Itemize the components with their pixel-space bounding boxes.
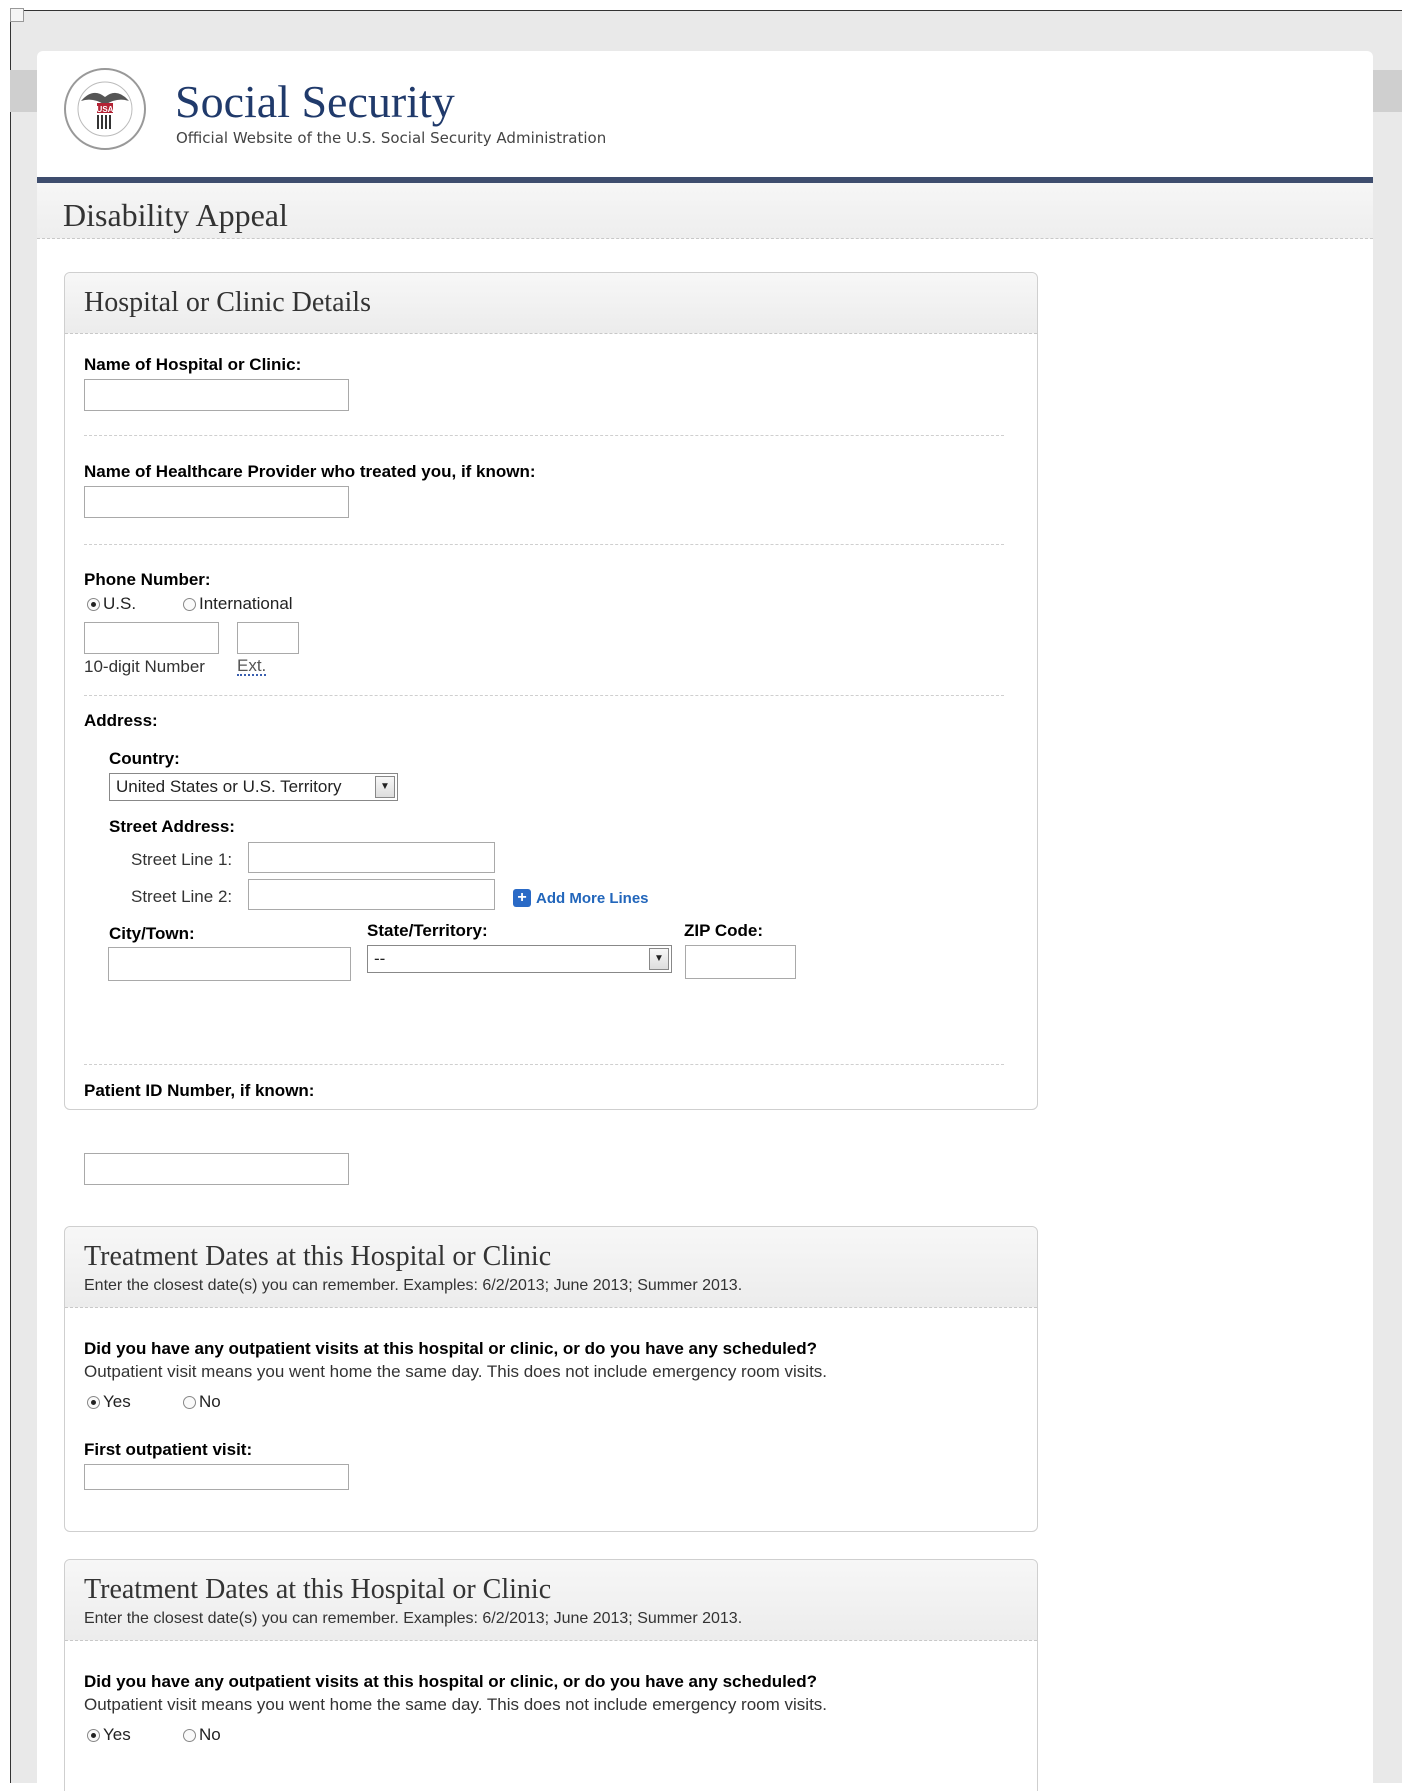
- provider-label: Name of Healthcare Provider who treated …: [84, 462, 536, 481]
- street-line1-label: Street Line 1:: [131, 850, 233, 869]
- provider-input[interactable]: [84, 486, 349, 518]
- panel-header: Treatment Dates at this Hospital or Clin…: [65, 1227, 1037, 1308]
- address-label: Address:: [84, 711, 158, 730]
- radio-selected-icon: [87, 1728, 100, 1742]
- ssa-seal-icon: USA: [64, 68, 146, 150]
- outpatient-no-label: No: [199, 1725, 221, 1744]
- ext-help-link[interactable]: Ext.: [237, 657, 267, 676]
- treatment-dates-panel: Treatment Dates at this Hospital or Clin…: [64, 1559, 1038, 1791]
- window-corner-checkbox[interactable]: [10, 8, 24, 22]
- outpatient-yes-radio[interactable]: Yes: [87, 1392, 131, 1412]
- brand-subtitle: Official Website of the U.S. Social Secu…: [176, 129, 607, 147]
- phone-number-input[interactable]: [84, 622, 219, 654]
- city-input[interactable]: [108, 947, 351, 981]
- panel-header: Treatment Dates at this Hospital or Clin…: [65, 1560, 1037, 1641]
- phone-ext-input[interactable]: [237, 622, 299, 654]
- country-label: Country:: [109, 749, 180, 768]
- radio-selected-icon: [87, 1395, 100, 1409]
- phone-us-radio[interactable]: U.S.: [87, 594, 136, 614]
- state-select[interactable]: -- ▼: [367, 945, 672, 973]
- divider: [84, 544, 1004, 545]
- divider: [84, 695, 1004, 696]
- outpatient-no-radio[interactable]: No: [183, 1392, 221, 1412]
- outpatient-no-radio[interactable]: No: [183, 1725, 221, 1745]
- radio-unselected-icon: [183, 1728, 196, 1742]
- outpatient-note: Outpatient visit means you went home the…: [84, 1695, 828, 1714]
- country-select-value: United States or U.S. Territory: [116, 777, 342, 796]
- street-address-label: Street Address:: [109, 817, 235, 836]
- hospital-name-input[interactable]: [84, 379, 349, 411]
- site-header: USA Social Security Official Website of …: [37, 51, 1373, 183]
- outpatient-question: Did you have any outpatient visits at th…: [84, 1672, 818, 1691]
- zip-label: ZIP Code:: [684, 921, 764, 940]
- add-more-lines-label: Add More Lines: [536, 889, 649, 907]
- page-title: Disability Appeal: [63, 197, 288, 233]
- divider: [84, 1064, 1004, 1065]
- first-visit-input[interactable]: [84, 1464, 349, 1490]
- divider: [84, 435, 1004, 436]
- outpatient-no-label: No: [199, 1392, 221, 1411]
- phone-international-label: International: [199, 594, 293, 613]
- dropdown-arrow-icon: ▼: [649, 948, 669, 970]
- outpatient-yes-label: Yes: [103, 1725, 131, 1744]
- radio-unselected-icon: [183, 597, 196, 611]
- radio-selected-icon: [87, 597, 100, 611]
- phone-international-radio[interactable]: International: [183, 594, 293, 614]
- city-label: City/Town:: [109, 924, 195, 943]
- radio-unselected-icon: [183, 1395, 196, 1409]
- country-select[interactable]: United States or U.S. Territory ▼: [109, 773, 398, 801]
- zip-input[interactable]: [685, 945, 796, 979]
- street-line1-input[interactable]: [248, 842, 495, 873]
- hospital-details-panel: Hospital or Clinic Details Name of Hospi…: [64, 272, 1038, 1110]
- brand-title[interactable]: Social Security: [175, 75, 455, 128]
- hospital-name-label: Name of Hospital or Clinic:: [84, 355, 302, 374]
- seal-usa-text: USA: [97, 105, 114, 114]
- panel-subtitle: Enter the closest date(s) you can rememb…: [84, 1610, 743, 1627]
- panel-title: Hospital or Clinic Details: [84, 287, 371, 318]
- phone-number-hint: 10-digit Number: [84, 657, 205, 676]
- title-bar: Disability Appeal: [37, 183, 1373, 239]
- patient-id-label: Patient ID Number, if known:: [84, 1081, 315, 1100]
- outpatient-question: Did you have any outpatient visits at th…: [84, 1339, 818, 1358]
- phone-us-label: U.S.: [103, 594, 137, 613]
- panel-subtitle: Enter the closest date(s) you can rememb…: [84, 1277, 743, 1294]
- panel-title: Treatment Dates at this Hospital or Clin…: [84, 1241, 552, 1272]
- street-line2-input[interactable]: [248, 879, 495, 910]
- panel-title: Treatment Dates at this Hospital or Clin…: [84, 1574, 552, 1605]
- add-more-lines-button[interactable]: + Add More Lines: [513, 889, 649, 907]
- state-select-value: --: [374, 949, 386, 968]
- state-label: State/Territory:: [367, 921, 488, 940]
- first-visit-label: First outpatient visit:: [84, 1440, 253, 1459]
- treatment-dates-panel: Treatment Dates at this Hospital or Clin…: [64, 1226, 1038, 1532]
- phone-label: Phone Number:: [84, 570, 211, 589]
- plus-icon: +: [513, 889, 531, 907]
- outpatient-note: Outpatient visit means you went home the…: [84, 1362, 828, 1381]
- outpatient-yes-radio[interactable]: Yes: [87, 1725, 131, 1745]
- panel-header: Hospital or Clinic Details: [65, 273, 1037, 334]
- outpatient-yes-label: Yes: [103, 1392, 131, 1411]
- patient-id-input[interactable]: [84, 1153, 349, 1185]
- page-container: USA Social Security Official Website of …: [37, 51, 1373, 1791]
- dropdown-arrow-icon: ▼: [375, 776, 395, 798]
- street-line2-label: Street Line 2:: [131, 887, 233, 906]
